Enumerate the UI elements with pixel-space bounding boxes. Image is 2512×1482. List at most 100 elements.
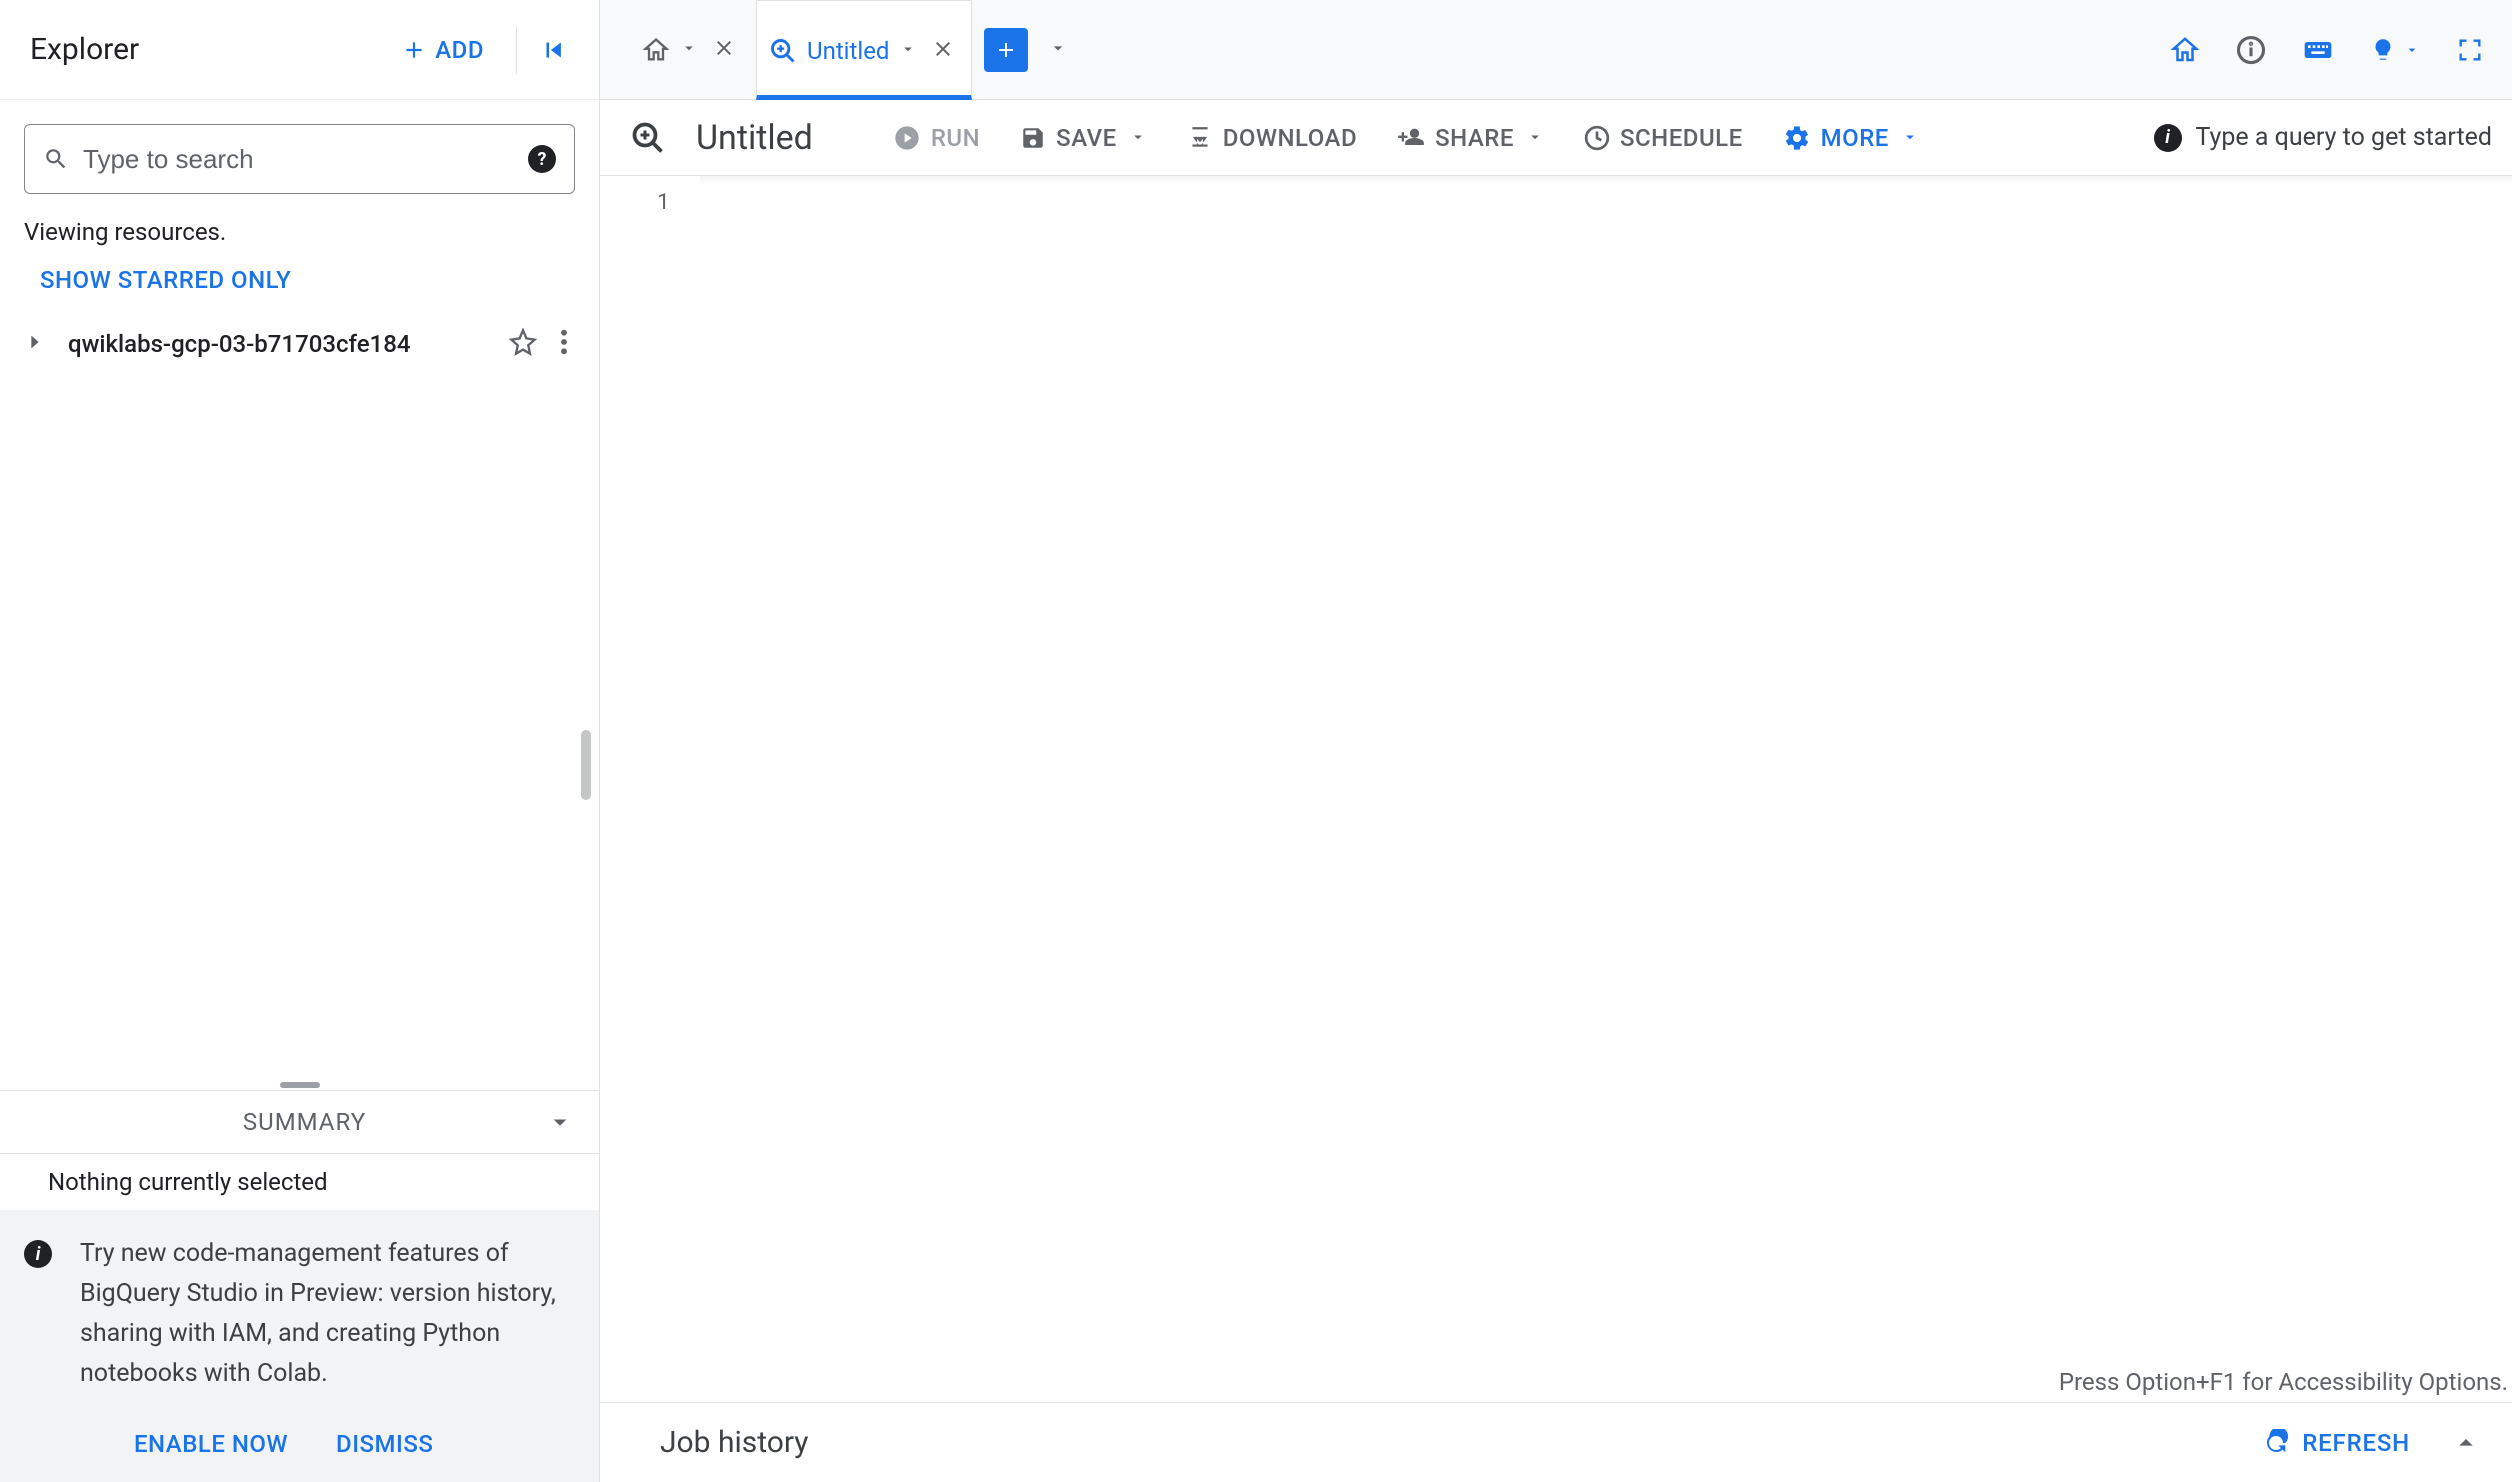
new-tab-button[interactable] — [984, 28, 1028, 72]
tab-untitled[interactable]: Untitled — [756, 0, 972, 100]
editor-gutter: 1 — [600, 176, 700, 1402]
save-dropdown[interactable] — [1129, 124, 1147, 152]
chevron-right-icon — [24, 331, 46, 353]
tab-bar-right — [2170, 34, 2494, 66]
chevron-down-icon — [1048, 38, 1068, 58]
sidebar-scrollbar[interactable] — [581, 730, 591, 800]
schedule-icon — [1584, 125, 1610, 151]
expand-job-history-button[interactable] — [2450, 1427, 2482, 1459]
more-label: MORE — [1821, 124, 1889, 152]
run-button[interactable]: RUN — [893, 124, 980, 152]
info-icon: i — [24, 1240, 52, 1268]
explorer-sidebar: Explorer ADD ? Viewing resources. SHOW S… — [0, 0, 600, 1482]
star-outline-icon — [509, 328, 537, 356]
more-button[interactable]: MORE — [1783, 124, 1919, 152]
hints-button[interactable] — [2370, 37, 2420, 63]
run-label: RUN — [931, 124, 980, 152]
add-button-label: ADD — [435, 36, 484, 64]
kebab-icon — [559, 328, 569, 356]
info-banner-actions: ENABLE NOW DISMISS — [0, 1418, 599, 1482]
chevron-down-icon — [545, 1107, 575, 1137]
info-outline-icon — [2236, 35, 2266, 65]
project-tree-row[interactable]: qwiklabs-gcp-03-b71703cfe184 — [0, 312, 599, 376]
keyboard-icon — [2302, 34, 2334, 66]
query-toolbar: Untitled RUN SAVE DOWNLOAD SHARE SCHEDUL… — [600, 100, 2512, 176]
project-more-button[interactable] — [553, 322, 575, 366]
summary-panel-header[interactable]: SUMMARY — [0, 1090, 599, 1154]
tab-untitled-dropdown[interactable] — [899, 40, 917, 62]
editor-shadow — [700, 176, 2512, 184]
keyboard-button[interactable] — [2302, 34, 2334, 66]
download-icon — [1187, 125, 1213, 151]
refresh-button[interactable]: REFRESH — [2262, 1429, 2410, 1457]
dismiss-button[interactable]: DISMISS — [336, 1430, 433, 1458]
query-prompt-text: Type a query to get started — [2196, 123, 2493, 152]
main-area: Untitled — [600, 0, 2512, 1482]
accessibility-hint: Press Option+F1 for Accessibility Option… — [2055, 1362, 2512, 1402]
save-icon — [1020, 125, 1046, 151]
sidebar-title: Explorer — [30, 32, 139, 67]
refresh-icon — [2262, 1429, 2290, 1457]
play-circle-icon — [893, 124, 921, 152]
home-icon-button[interactable] — [2170, 35, 2200, 65]
code-editor[interactable]: 1 Press Option+F1 for Accessibility Opti… — [600, 176, 2512, 1402]
star-project-button[interactable] — [509, 328, 537, 360]
more-dropdown[interactable] — [1901, 124, 1919, 152]
tab-home[interactable] — [630, 18, 752, 82]
search-help-icon[interactable]: ? — [528, 145, 556, 173]
search-icon — [43, 146, 69, 172]
tab-untitled-label: Untitled — [807, 37, 889, 65]
expand-project-button[interactable] — [24, 331, 46, 357]
save-button[interactable]: SAVE — [1020, 124, 1147, 152]
project-name: qwiklabs-gcp-03-b71703cfe184 — [62, 330, 493, 358]
schedule-button[interactable]: SCHEDULE — [1584, 124, 1743, 152]
schedule-label: SCHEDULE — [1620, 124, 1743, 152]
sidebar-header-actions: ADD — [381, 24, 579, 76]
query-status-icon: i — [2154, 124, 2182, 152]
home-icon — [2170, 35, 2200, 65]
gear-icon — [1783, 124, 1811, 152]
add-button[interactable]: ADD — [381, 24, 504, 76]
fullscreen-icon — [2456, 36, 2484, 64]
toolbar-right: i Type a query to get started — [2154, 123, 2493, 152]
tab-home-close[interactable] — [708, 32, 740, 68]
fullscreen-button[interactable] — [2456, 36, 2484, 64]
plus-icon — [994, 38, 1018, 62]
download-label: DOWNLOAD — [1223, 124, 1357, 152]
show-starred-link[interactable]: SHOW STARRED ONLY — [0, 254, 599, 312]
tab-home-dropdown[interactable] — [680, 39, 698, 61]
lightbulb-icon — [2370, 37, 2396, 63]
job-history-actions: REFRESH — [2262, 1427, 2482, 1459]
divider — [516, 26, 517, 74]
query-icon — [769, 37, 797, 65]
save-label: SAVE — [1056, 124, 1117, 152]
search-wrap: ? — [0, 100, 599, 218]
sidebar-header: Explorer ADD — [0, 0, 599, 100]
enable-now-button[interactable]: ENABLE NOW — [134, 1430, 288, 1458]
home-outline-icon — [642, 36, 670, 64]
collapse-sidebar-button[interactable] — [529, 25, 579, 75]
sidebar-bottom: SUMMARY Nothing currently selected i Try… — [0, 1080, 599, 1482]
search-box[interactable]: ? — [24, 124, 575, 194]
share-label: SHARE — [1435, 124, 1514, 152]
viewing-resources-text: Viewing resources. — [0, 218, 599, 254]
refresh-label: REFRESH — [2302, 1429, 2410, 1457]
chevron-down-icon — [2404, 42, 2420, 58]
job-history-bar: Job history REFRESH — [600, 1402, 2512, 1482]
chevron-up-icon — [2450, 1427, 2482, 1459]
bottom-panel-drag-handle[interactable] — [0, 1080, 599, 1090]
new-tab-dropdown[interactable] — [1040, 30, 1076, 70]
editor-body[interactable] — [700, 176, 2512, 1402]
nothing-selected-text: Nothing currently selected — [0, 1154, 599, 1210]
download-button[interactable]: DOWNLOAD — [1187, 124, 1357, 152]
share-button[interactable]: SHARE — [1397, 124, 1544, 152]
info-banner-text: Try new code-management features of BigQ… — [80, 1234, 575, 1394]
share-dropdown[interactable] — [1526, 124, 1544, 152]
job-history-title: Job history — [660, 1425, 809, 1460]
plus-icon — [401, 37, 427, 63]
summary-label: SUMMARY — [24, 1108, 545, 1136]
search-input[interactable] — [83, 144, 514, 175]
tab-bar: Untitled — [600, 0, 2512, 100]
info-button[interactable] — [2236, 35, 2266, 65]
tab-untitled-close[interactable] — [927, 33, 959, 69]
